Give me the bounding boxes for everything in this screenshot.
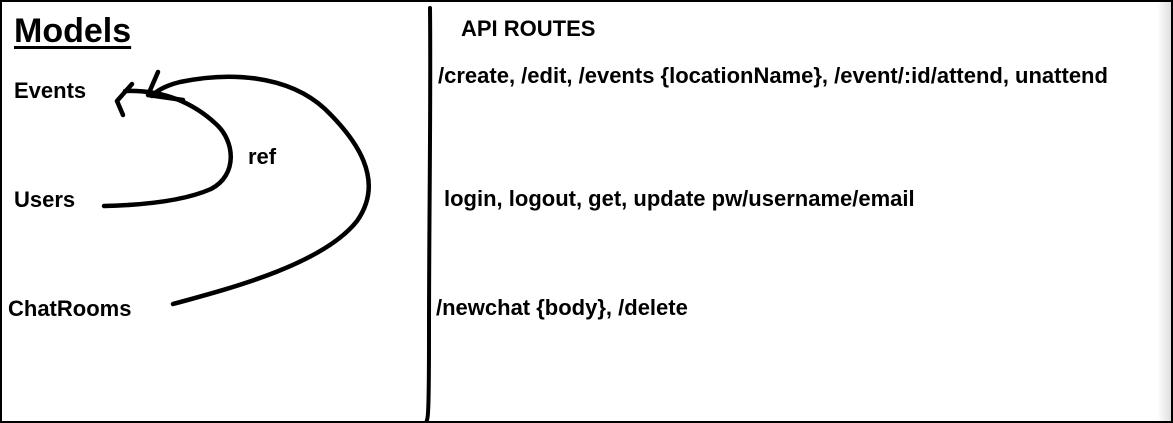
ref-relationship-label: ref <box>248 144 277 169</box>
users-routes-text: login, logout, get, update pw/username/e… <box>444 186 915 211</box>
whiteboard-canvas: Models Events Users ChatRooms ref API RO… <box>0 0 1173 423</box>
vertical-divider-line <box>424 6 433 421</box>
models-title: Models <box>14 12 132 50</box>
events-routes-text: /create, /edit, /events {locationName}, … <box>438 63 1108 88</box>
chatrooms-to-events-ref-arrow <box>149 74 371 307</box>
model-users-label: Users <box>14 187 76 212</box>
users-to-events-ref-arrow <box>101 88 233 209</box>
model-chatrooms-label: ChatRooms <box>8 296 132 321</box>
api-routes-title: API ROUTES <box>461 16 596 41</box>
users-to-events-arrowhead <box>114 81 135 118</box>
chatrooms-routes-text: /newchat {body}, /delete <box>436 295 688 320</box>
model-events-label: Events <box>14 78 87 103</box>
